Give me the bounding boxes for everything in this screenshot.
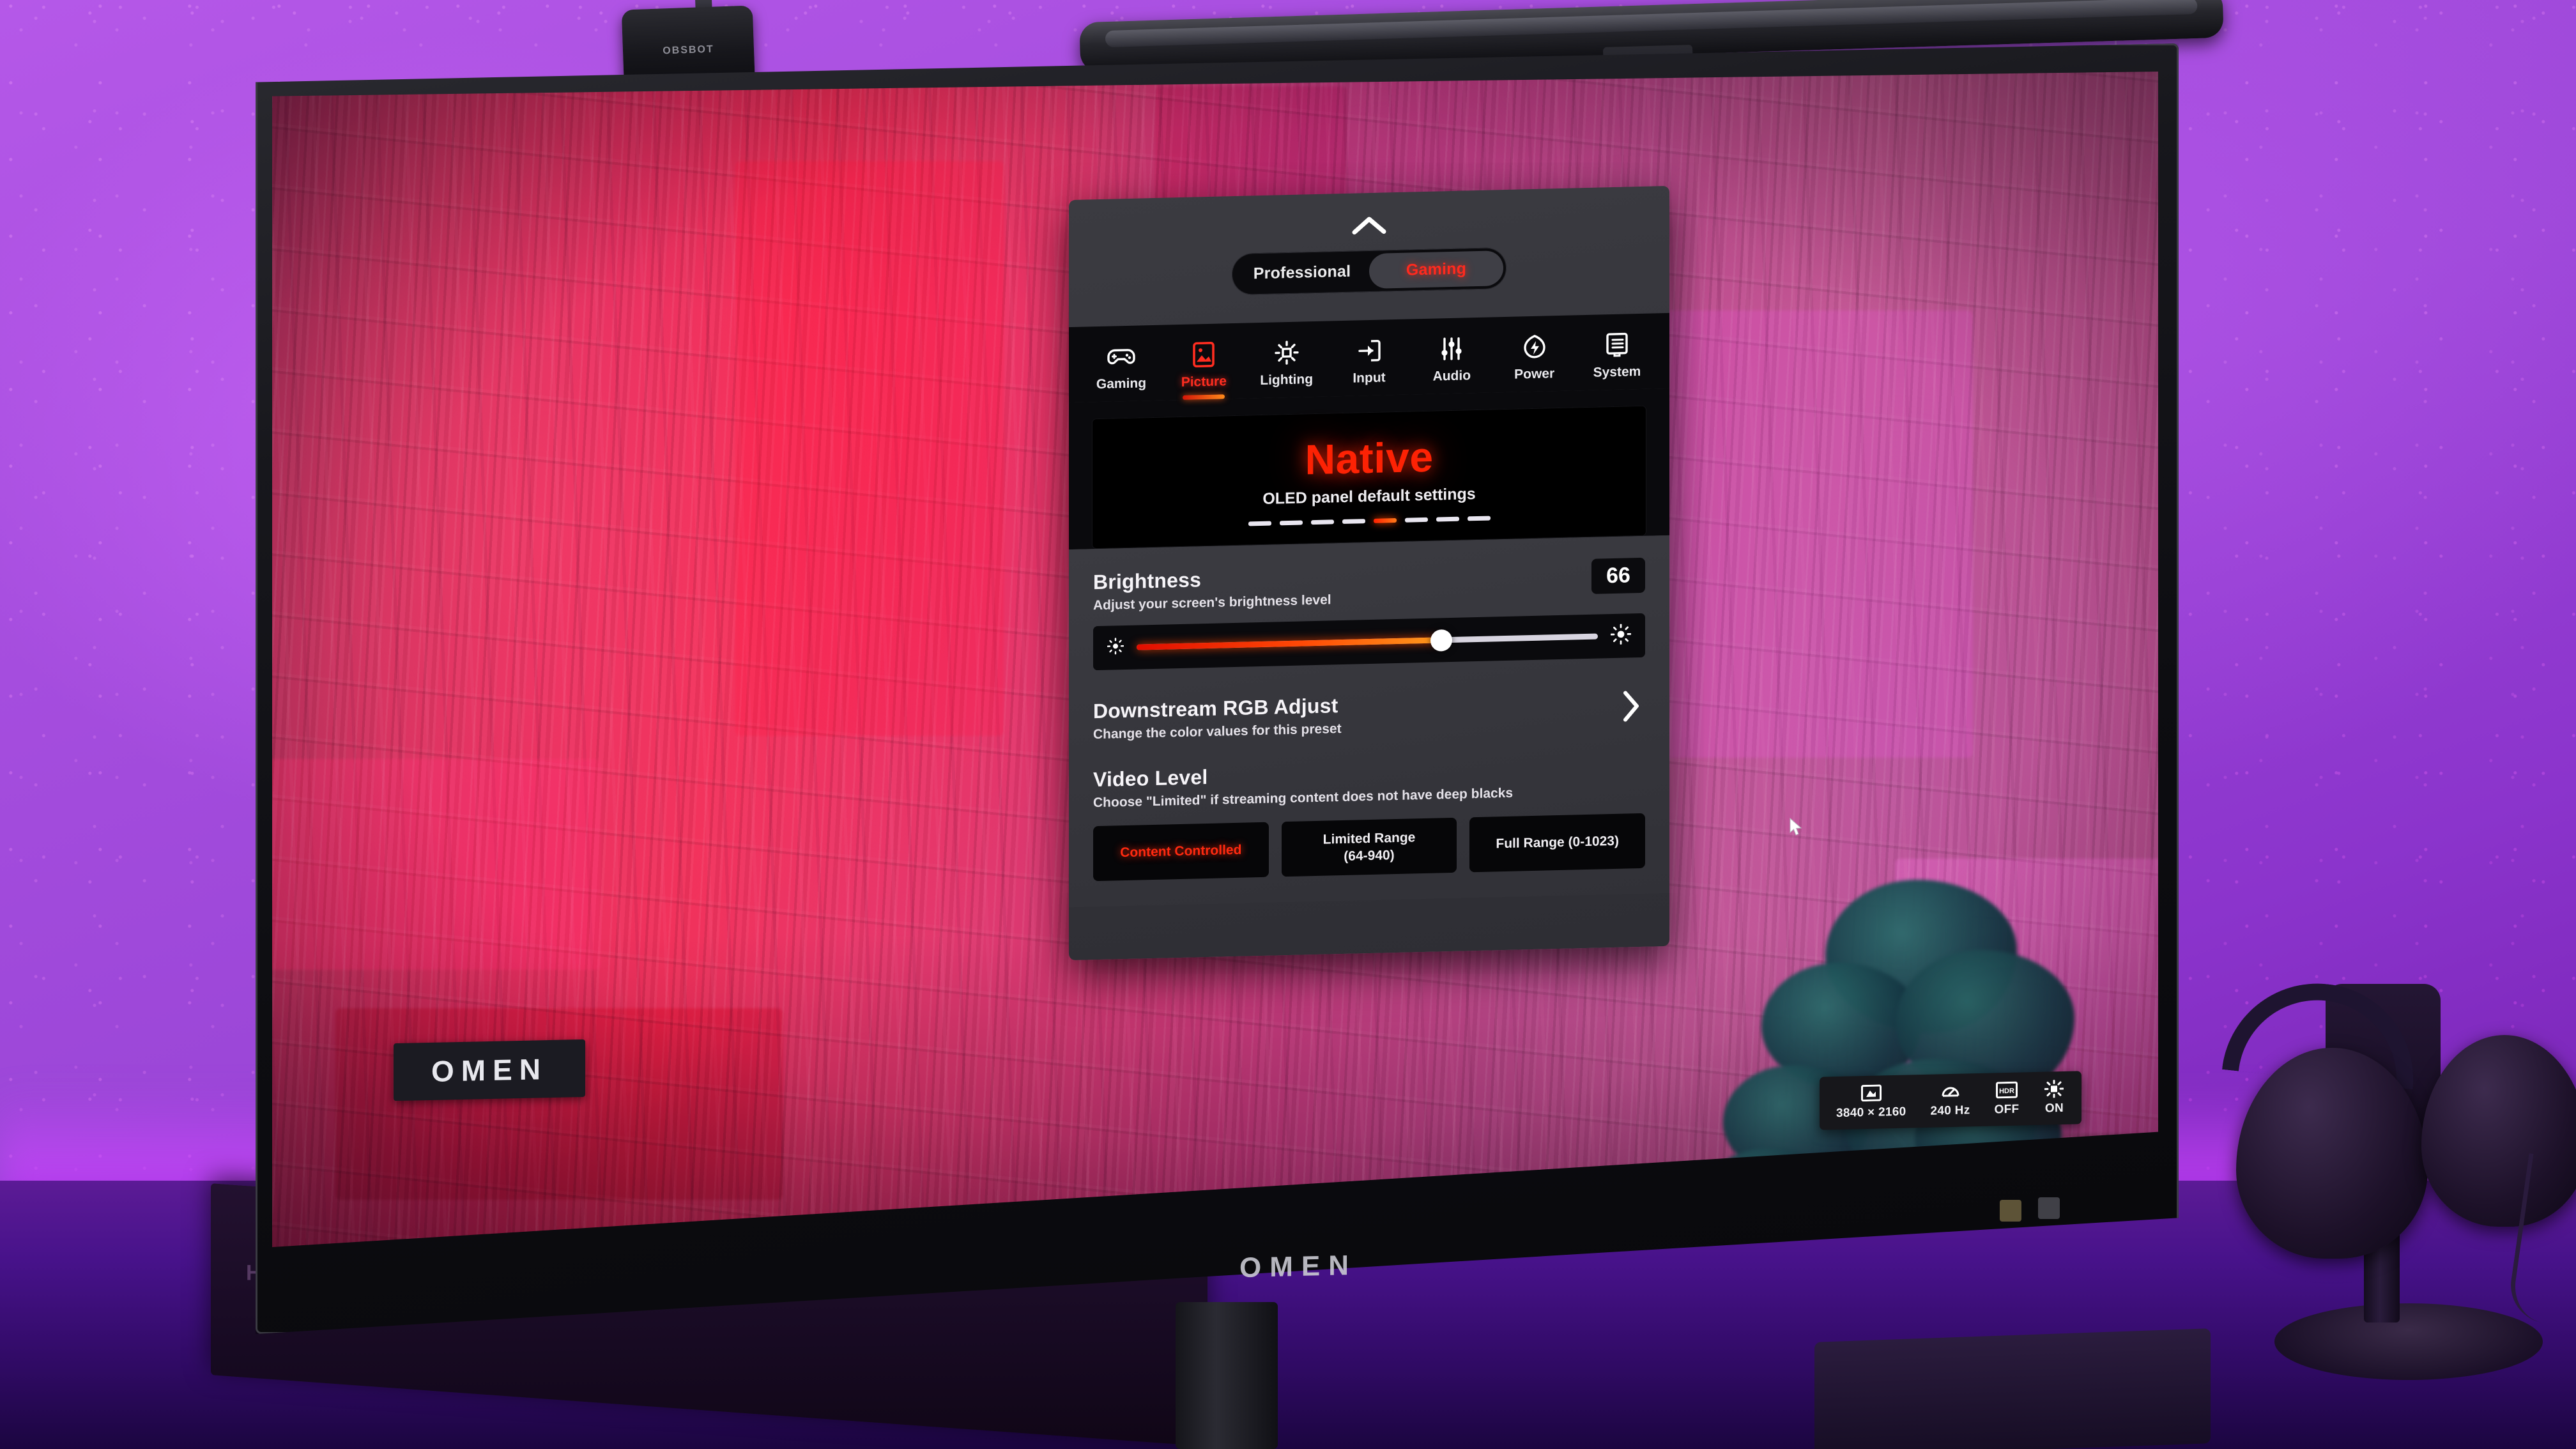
- brightness-value: 66: [1591, 557, 1645, 594]
- mode-toggle-professional[interactable]: Professional: [1235, 254, 1369, 292]
- brightness-icon: [2043, 1079, 2065, 1099]
- nav-label: Power: [1514, 366, 1555, 382]
- resolution-icon: [1860, 1083, 1882, 1103]
- osd-panel: Professional Gaming Gaming Picture Light…: [1069, 185, 1669, 961]
- preset-dash-active: [1373, 518, 1397, 523]
- chevron-right-icon[interactable]: [1621, 689, 1641, 728]
- keyboard-device: [1814, 1328, 2211, 1449]
- nav-label: Audio: [1432, 368, 1471, 384]
- bezel-sticker: [2000, 1200, 2021, 1222]
- svg-text:HDR: HDR: [1999, 1087, 2014, 1096]
- brightness-subtitle: Adjust your screen's brightness level: [1093, 592, 1331, 613]
- status-label: 240 Hz: [1930, 1103, 1970, 1118]
- nav-item-input[interactable]: Input: [1336, 336, 1402, 396]
- chevron-up-icon: [1352, 217, 1386, 235]
- nav-label: System: [1593, 364, 1641, 380]
- status-label: 3840 × 2160: [1836, 1105, 1906, 1121]
- mouse-cursor: [1790, 817, 1804, 837]
- gamepad-icon: [1107, 342, 1135, 371]
- brightness-thumb[interactable]: [1430, 629, 1452, 652]
- brightness-high-icon: [1610, 624, 1632, 648]
- preset-dash: [1404, 517, 1428, 523]
- nav-label: Picture: [1181, 374, 1227, 390]
- monitor-screen: OMEN 3840 × 2160 240 Hz HDR OFF ON Profe…: [272, 72, 2158, 1247]
- osd-body: Native OLED panel default settings: [1069, 388, 1669, 550]
- monitor-stand-neck: [1176, 1302, 1278, 1449]
- rgb-adjust-title: Downstream RGB Adjust: [1093, 694, 1338, 723]
- preset-dash: [1248, 521, 1271, 526]
- video-level-options: Content Controlled Limited Range (64-940…: [1093, 813, 1646, 907]
- hdr-icon: HDR: [1995, 1080, 2018, 1100]
- preset-dash: [1342, 519, 1365, 525]
- brightness-title: Brightness: [1093, 568, 1202, 594]
- brightness-track-fill: [1137, 637, 1441, 650]
- nav-label: Gaming: [1096, 376, 1147, 392]
- bezel-omen-logo: OMEN: [1239, 1249, 1357, 1284]
- video-level-option-limited-range[interactable]: Limited Range (64-940): [1281, 817, 1457, 877]
- downstream-rgb-adjust-row[interactable]: Downstream RGB Adjust Change the color v…: [1093, 657, 1645, 742]
- input-arrow-icon: [1357, 337, 1381, 365]
- preset-dash: [1436, 516, 1459, 522]
- power-leaf-icon: [1523, 332, 1546, 361]
- status-item-refresh-rate: 240 Hz: [1930, 1081, 1970, 1118]
- brightness-low-icon: [1107, 638, 1124, 658]
- picture-icon: [1193, 341, 1215, 369]
- status-item-brightness: ON: [2043, 1079, 2065, 1116]
- preset-card[interactable]: Native OLED panel default settings: [1092, 405, 1646, 549]
- status-item-hdr: HDR OFF: [1994, 1080, 2019, 1117]
- status-bar: 3840 × 2160 240 Hz HDR OFF ON: [1819, 1071, 2082, 1130]
- nav-item-gaming[interactable]: Gaming: [1088, 342, 1154, 402]
- preset-name: Native: [1305, 433, 1434, 484]
- bezel-sticker: [2038, 1197, 2060, 1219]
- mode-toggle[interactable]: Professional Gaming: [1232, 247, 1506, 296]
- photo-scene: HYPERX OBSBOT: [0, 0, 2576, 1449]
- preset-dash: [1467, 516, 1491, 521]
- nav-item-power[interactable]: Power: [1501, 332, 1568, 392]
- nav-item-audio[interactable]: Audio: [1418, 334, 1485, 394]
- osd-nav: Gaming Picture Lighting Input Audio Powe…: [1069, 312, 1669, 403]
- collapse-osd-button[interactable]: [1069, 208, 1669, 243]
- monitor: OMEN 3840 × 2160 240 Hz HDR OFF ON Profe…: [256, 43, 2179, 1334]
- brightness-track[interactable]: [1137, 629, 1598, 652]
- status-item-resolution: 3840 × 2160: [1836, 1083, 1906, 1121]
- omen-watermark-text: OMEN: [431, 1052, 548, 1088]
- omen-watermark: OMEN: [394, 1039, 585, 1101]
- nav-item-system[interactable]: System: [1584, 330, 1650, 390]
- nav-item-lighting[interactable]: Lighting: [1254, 338, 1320, 398]
- osd-settings: Brightness Adjust your screen's brightne…: [1069, 535, 1669, 908]
- preset-dash: [1279, 520, 1303, 526]
- video-level-option-full-range[interactable]: Full Range (0-1023): [1469, 813, 1646, 873]
- nav-item-picture[interactable]: Picture: [1170, 340, 1237, 400]
- status-label: ON: [2044, 1101, 2064, 1116]
- headphone-stand-base: [2274, 1303, 2543, 1380]
- nav-label: Lighting: [1260, 372, 1314, 388]
- video-level-option-content-controlled[interactable]: Content Controlled: [1093, 822, 1269, 882]
- brightness-icon: [1274, 339, 1300, 367]
- nav-label: Input: [1353, 370, 1386, 386]
- preset-dash: [1310, 519, 1334, 525]
- preset-dash-indicator: [1092, 512, 1646, 530]
- list-panel-icon: [1606, 330, 1629, 359]
- refresh-rate-icon: [1939, 1082, 1961, 1101]
- sliders-icon: [1440, 335, 1463, 364]
- status-label: OFF: [1994, 1102, 2019, 1117]
- video-level-row: Video Level Choose "Limited" if streamin…: [1093, 730, 1645, 811]
- mode-toggle-gaming[interactable]: Gaming: [1369, 250, 1503, 289]
- brightness-row: Brightness Adjust your screen's brightne…: [1093, 536, 1645, 613]
